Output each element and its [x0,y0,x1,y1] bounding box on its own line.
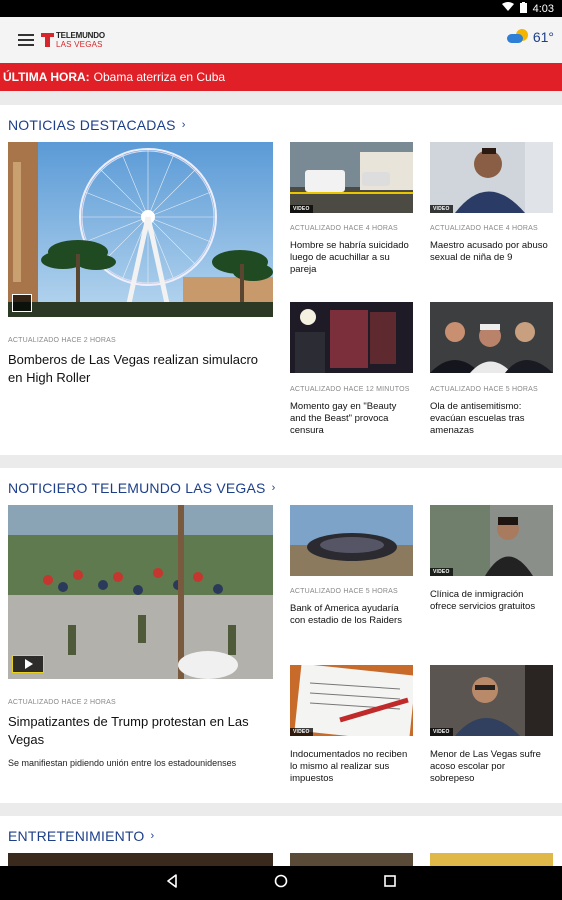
article-image-clinic[interactable]: VIDEO [430,505,553,576]
article-image-bullying[interactable]: VIDEO [430,665,553,736]
chevron-right-icon: › [181,119,186,131]
home-icon[interactable] [274,874,288,893]
article-image-taxes[interactable]: VIDEO [290,665,413,736]
article-meta: ACTUALIZADO HACE 2 HORAS [8,699,116,706]
logo-line2: LAS VEGAS [56,40,103,49]
breaking-text: Obama aterriza en Cuba [93,70,226,84]
telemundo-logo[interactable]: TELEMUNDO LAS VEGAS [41,31,105,49]
video-badge: VIDEO [430,728,453,736]
article-meta: ACTUALIZADO HACE 12 MINUTOS [290,386,410,393]
article-image-high-roller[interactable] [8,142,273,317]
system-nav-bar [0,866,562,900]
article-image-protest[interactable] [8,505,273,679]
article-image-stadium[interactable] [290,505,413,576]
section-noticiero: NOTICIERO TELEMUNDO LAS VEGAS › ACTUALIZA… [0,468,562,803]
article-image-entertainment[interactable] [290,853,413,866]
article-headline[interactable]: Simpatizantes de Trump protestan en Las … [8,713,268,749]
article-headline[interactable]: Momento gay en "Beauty and the Beast" pr… [290,401,408,437]
breaking-label: ÚLTIMA HORA: [3,70,90,84]
article-headline[interactable]: Menor de Las Vegas sufre acoso escolar p… [430,749,548,785]
section-title[interactable]: NOTICIERO TELEMUNDO LAS VEGAS › [8,480,275,496]
article-headline[interactable]: Hombre se habría suicidado luego de acuc… [290,240,415,276]
breaking-news-banner[interactable]: ÚLTIMA HORA: Obama aterriza en Cuba [0,63,562,91]
gallery-icon [12,294,32,312]
article-meta: ACTUALIZADO HACE 5 HORAS [290,588,398,595]
status-time: 4:03 [532,2,554,15]
play-icon[interactable] [12,655,44,673]
section-title[interactable]: NOTICIAS DESTACADAS › [8,117,186,133]
telemundo-t-icon [41,32,54,48]
video-badge: VIDEO [430,205,453,213]
article-image-entertainment[interactable] [430,853,553,866]
article-image-teacher[interactable]: VIDEO [430,142,553,213]
article-image-crime-scene[interactable]: VIDEO [290,142,413,213]
article-meta: ACTUALIZADO HACE 4 HORAS [430,225,538,232]
article-headline[interactable]: Ola de antisemitismo: evacúan escuelas t… [430,401,548,437]
logo-line1: TELEMUNDO [56,31,105,40]
partly-cloudy-icon [506,29,529,45]
menu-icon[interactable] [18,34,34,46]
back-icon[interactable] [165,873,179,893]
article-image-school[interactable] [430,302,553,373]
article-description: Se manifiestan pidiendo unión entre los … [8,758,237,768]
temperature: 61° [532,29,554,45]
chevron-right-icon: › [150,830,155,842]
section-entretenimiento: ENTRETENIMIENTO › [0,816,562,866]
weather-widget[interactable]: 61° [506,29,554,45]
wifi-icon [501,2,514,15]
battery-icon [519,1,527,16]
video-badge: VIDEO [290,728,313,736]
article-image-entertainment[interactable] [8,853,273,866]
article-headline[interactable]: Bank of America ayudaría con estadio de … [290,603,415,627]
article-meta: ACTUALIZADO HACE 4 HORAS [290,225,398,232]
article-image-beauty-beast[interactable] [290,302,413,373]
article-meta: ACTUALIZADO HACE 2 HORAS [8,337,116,344]
article-headline[interactable]: Maestro acusado por abuso sexual de niña… [430,240,555,264]
chevron-right-icon: › [271,482,276,494]
video-badge: VIDEO [290,205,313,213]
article-headline[interactable]: Clínica de inmigración ofrece servicios … [430,589,550,613]
section-title[interactable]: ENTRETENIMIENTO › [8,828,154,844]
section-noticias-destacadas: NOTICIAS DESTACADAS › ACTUALIZADO HACE 2… [0,105,562,455]
status-bar: 4:03 [0,0,562,17]
video-badge: VIDEO [430,568,453,576]
article-headline[interactable]: Bomberos de Las Vegas realizan simulacro… [8,351,268,387]
app-header: TELEMUNDO LAS VEGAS 61° [0,17,562,63]
recents-icon[interactable] [383,874,397,893]
article-meta: ACTUALIZADO HACE 5 HORAS [430,386,538,393]
article-headline[interactable]: Indocumentados no reciben lo mismo al re… [290,749,415,785]
